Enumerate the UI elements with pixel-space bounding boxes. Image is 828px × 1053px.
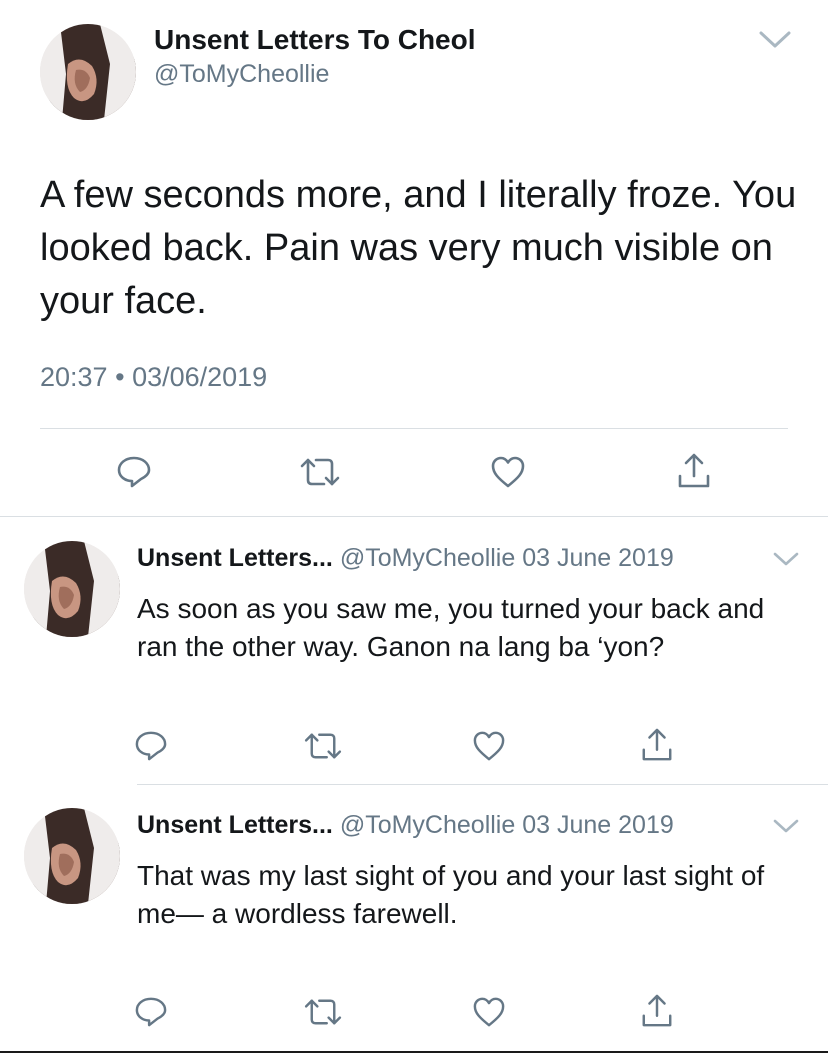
- tweet-time: 20:37: [40, 362, 108, 392]
- tweet-text: That was my last sight of you and your l…: [137, 860, 765, 929]
- like-icon[interactable]: [472, 996, 506, 1028]
- display-name[interactable]: Unsent Letters...: [137, 811, 333, 839]
- chevron-down-icon[interactable]: [772, 818, 800, 839]
- display-name[interactable]: Unsent Letters...: [137, 544, 333, 572]
- chevron-down-icon[interactable]: [772, 551, 800, 572]
- tweet-timestamp: 20:37 • 03/06/2019: [40, 362, 267, 393]
- divider: [40, 428, 788, 429]
- timestamp-separator: •: [115, 362, 125, 392]
- retweet-icon[interactable]: [298, 456, 342, 488]
- retweet-icon[interactable]: [302, 731, 344, 761]
- share-icon[interactable]: [640, 993, 674, 1029]
- divider: [137, 784, 828, 785]
- display-name[interactable]: Unsent Letters To Cheol: [154, 24, 476, 56]
- tweet-date: 03 June 2019: [522, 811, 674, 839]
- reply-header: Unsent Letters... @ToMyCheollie 03 June …: [137, 544, 674, 573]
- chevron-down-icon[interactable]: [758, 30, 792, 55]
- user-handle[interactable]: @ToMyCheollie: [340, 544, 515, 572]
- share-icon[interactable]: [640, 727, 674, 763]
- user-handle[interactable]: @ToMyCheollie: [154, 60, 329, 89]
- reply-icon[interactable]: [134, 730, 168, 762]
- section-divider: [0, 516, 828, 517]
- reply-header: Unsent Letters... @ToMyCheollie 03 June …: [137, 811, 674, 840]
- tweet-text: A few seconds more, and I literally froz…: [40, 174, 797, 322]
- user-handle[interactable]: @ToMyCheollie: [340, 811, 515, 839]
- avatar-image: [24, 541, 120, 637]
- like-icon[interactable]: [472, 730, 506, 762]
- reply-icon[interactable]: [134, 996, 168, 1028]
- tweet-text: As soon as you saw me, you turned your b…: [137, 593, 765, 662]
- tweet-date: 03 June 2019: [522, 544, 674, 572]
- tweet-date: 03/06/2019: [132, 362, 268, 392]
- like-icon[interactable]: [490, 455, 526, 489]
- avatar[interactable]: [24, 541, 120, 637]
- avatar-image: [40, 24, 136, 120]
- avatar-image: [24, 808, 120, 904]
- reply-icon[interactable]: [116, 455, 152, 489]
- avatar[interactable]: [40, 24, 136, 120]
- avatar[interactable]: [24, 808, 120, 904]
- share-icon[interactable]: [676, 452, 712, 490]
- retweet-icon[interactable]: [302, 997, 344, 1027]
